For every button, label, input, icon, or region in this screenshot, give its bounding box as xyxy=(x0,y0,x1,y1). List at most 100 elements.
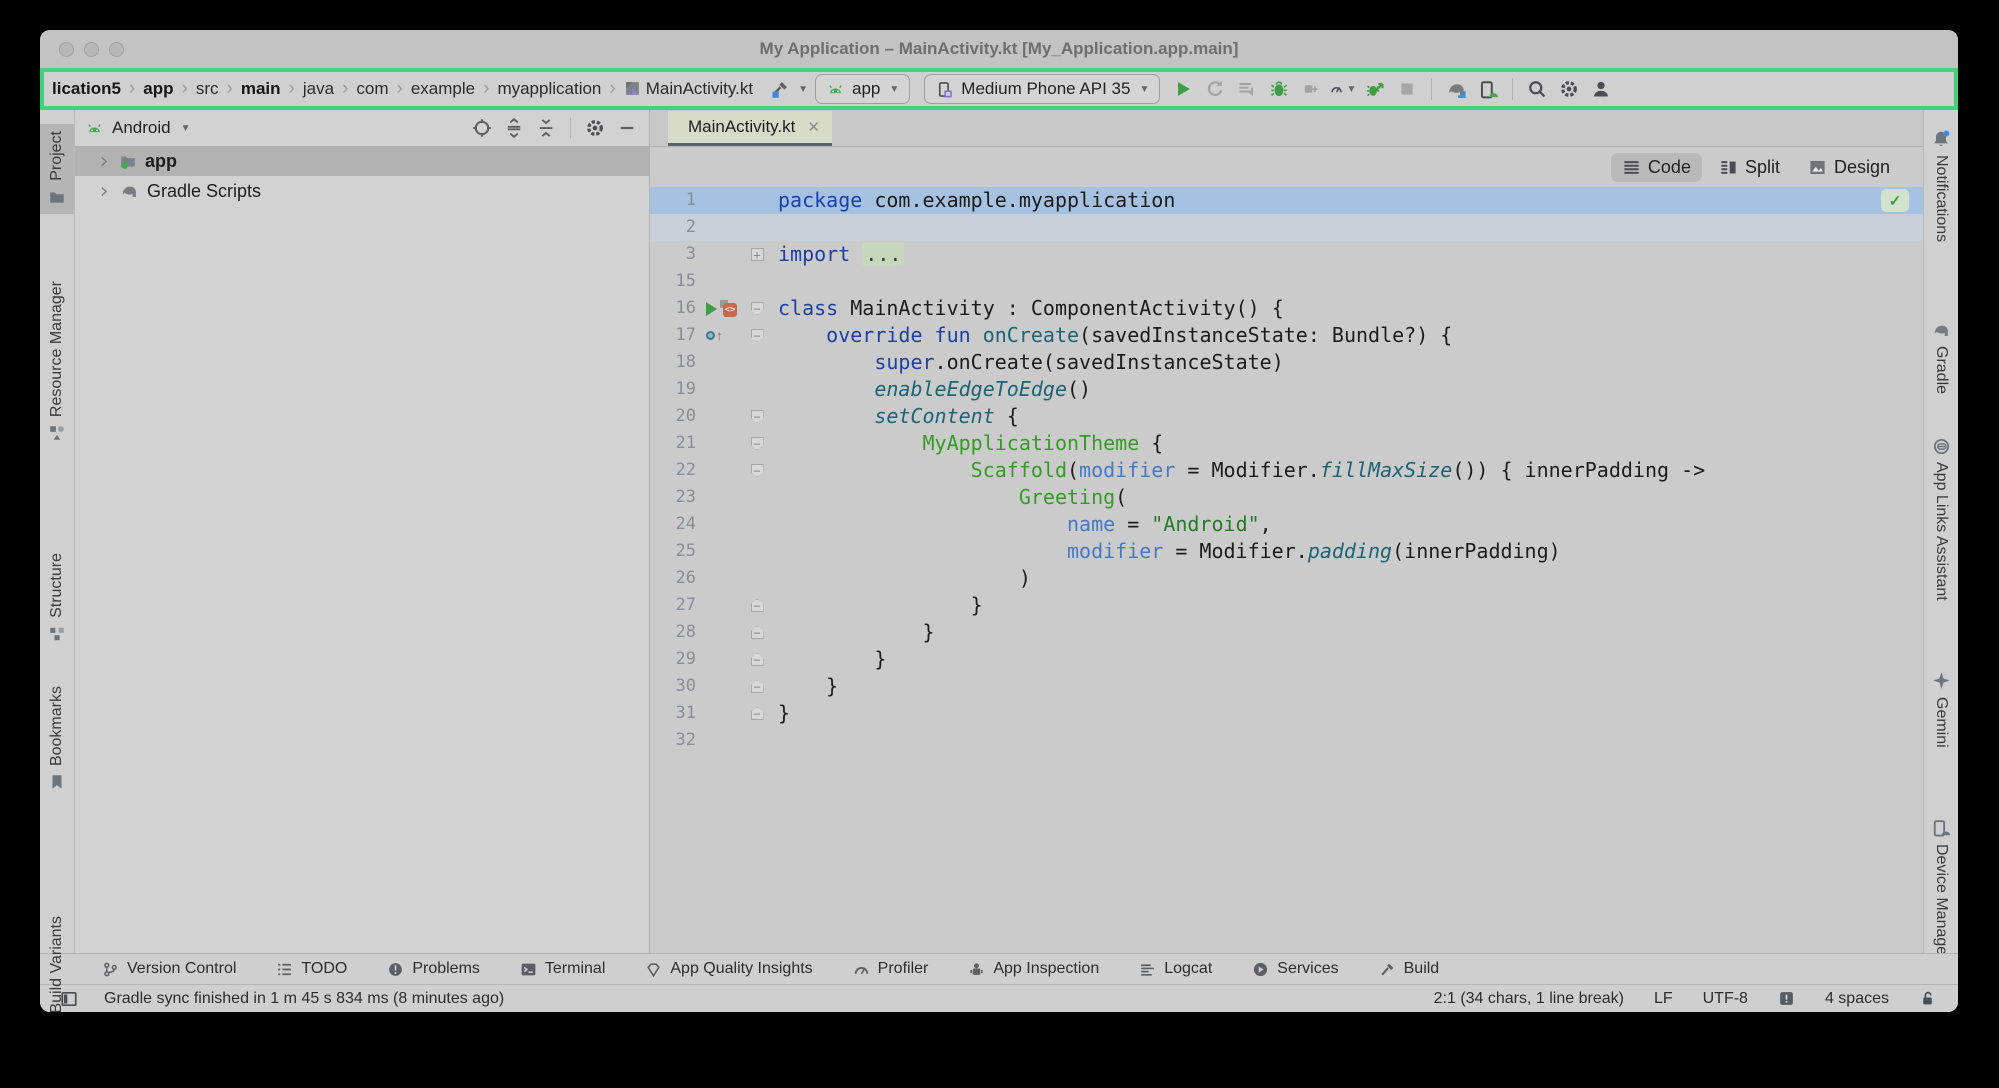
code-line[interactable]: 2 xyxy=(650,214,1923,241)
search-everywhere-button[interactable] xyxy=(1524,76,1550,102)
editor-tab-mainactivity[interactable]: MainActivity.kt ✕ xyxy=(668,111,832,146)
tool-button-bookmarks[interactable]: Bookmarks xyxy=(40,679,74,799)
code-line[interactable]: 20 − setContent { xyxy=(650,403,1923,430)
code-line[interactable]: 18 super.onCreate(savedInstanceState) xyxy=(650,349,1923,376)
breadcrumb-item-java[interactable]: java xyxy=(303,79,334,98)
stop-button[interactable] xyxy=(1394,76,1420,102)
code-line[interactable]: 28 − } xyxy=(650,619,1923,646)
tool-button-gradle[interactable]: Gradle xyxy=(1924,313,1958,401)
fold-marker[interactable]: + xyxy=(751,248,764,261)
fold-marker[interactable]: − xyxy=(751,464,764,477)
inspection-status-widget[interactable]: ✓ xyxy=(1881,189,1909,212)
mode-button-split[interactable]: Split xyxy=(1708,153,1791,182)
code-line[interactable]: 22 − Scaffold(modifier = Modifier.fillMa… xyxy=(650,457,1923,484)
code-line[interactable]: 31 − } xyxy=(650,700,1923,727)
code-line[interactable]: 29 − } xyxy=(650,646,1923,673)
tool-window-button-services[interactable]: Services xyxy=(1252,960,1338,978)
attach-debugger-button[interactable] xyxy=(1298,76,1324,102)
file-encoding[interactable]: UTF-8 xyxy=(1703,990,1748,1008)
profiler-button[interactable]: ▼ xyxy=(1330,76,1356,102)
code-line[interactable]: 19 enableEdgeToEdge() xyxy=(650,376,1923,403)
fold-marker[interactable]: − xyxy=(751,707,764,720)
tool-button-structure[interactable]: Structure xyxy=(40,546,74,651)
tool-button-device-manager[interactable]: Device Manager xyxy=(1924,811,1958,968)
code-line[interactable]: 23 Greeting( xyxy=(650,484,1923,511)
breadcrumb-item-com[interactable]: com xyxy=(356,79,388,98)
close-tab-icon[interactable]: ✕ xyxy=(807,118,820,136)
breadcrumb-item-myapplication[interactable]: myapplication xyxy=(497,79,601,98)
tool-button-project[interactable]: Project xyxy=(40,124,74,214)
code-line[interactable]: 15 xyxy=(650,268,1923,295)
build-dropdown-arrow[interactable]: ▼ xyxy=(798,84,808,95)
device-select[interactable]: Medium Phone API 35 ▼ xyxy=(924,74,1160,104)
tool-window-button-version-control[interactable]: Version Control xyxy=(102,960,236,978)
tool-window-button-app-quality-insights[interactable]: App Quality Insights xyxy=(645,960,812,978)
panel-settings-button[interactable] xyxy=(583,116,607,140)
indent-style[interactable]: 4 spaces xyxy=(1825,990,1889,1008)
tool-window-button-todo[interactable]: TODO xyxy=(276,960,347,978)
code-line[interactable]: 17 ↑ − override fun onCreate(savedInstan… xyxy=(650,322,1923,349)
code-line[interactable]: 26 ) xyxy=(650,565,1923,592)
expand-all-button[interactable] xyxy=(502,116,526,140)
tool-button-gemini[interactable]: Gemini xyxy=(1924,664,1958,755)
line-separator[interactable]: LF xyxy=(1654,990,1673,1008)
status-message[interactable]: Gradle sync finished in 1 m 45 s 834 ms … xyxy=(104,990,504,1008)
debug-button[interactable] xyxy=(1266,76,1292,102)
code-line[interactable]: 25 modifier = Modifier.padding(innerPadd… xyxy=(650,538,1923,565)
override-gutter-icon[interactable]: ↑ xyxy=(706,331,723,341)
run-gutter-icon[interactable] xyxy=(706,302,717,316)
account-button[interactable] xyxy=(1588,76,1614,102)
mode-button-code[interactable]: Code xyxy=(1611,153,1702,182)
breadcrumb-item-main[interactable]: main xyxy=(241,79,281,98)
fold-marker[interactable]: − xyxy=(751,599,764,612)
profile-restart-button[interactable] xyxy=(1362,76,1388,102)
breadcrumb-item-src[interactable]: src xyxy=(196,79,219,98)
tool-window-button-build[interactable]: Build xyxy=(1379,960,1440,978)
tool-window-button-profiler[interactable]: Profiler xyxy=(853,960,929,978)
code-line[interactable]: 27 − } xyxy=(650,592,1923,619)
code-line[interactable]: 3 + import ... xyxy=(650,241,1923,268)
tree-item-app[interactable]: app xyxy=(75,146,649,176)
apply-code-changes-button[interactable] xyxy=(1234,76,1260,102)
fold-marker[interactable]: − xyxy=(751,680,764,693)
chevron-down-icon[interactable]: ▼ xyxy=(181,123,191,134)
code-line[interactable]: 24 name = "Android", xyxy=(650,511,1923,538)
collapse-all-button[interactable] xyxy=(534,116,558,140)
hide-panel-button[interactable] xyxy=(615,116,639,140)
code-line[interactable]: 21 − MyApplicationTheme { xyxy=(650,430,1923,457)
unlock-icon[interactable] xyxy=(1919,990,1936,1007)
sync-gradle-button[interactable] xyxy=(1443,76,1469,102)
fold-marker[interactable]: − xyxy=(751,410,764,423)
tree-item-gradle-scripts[interactable]: Gradle Scripts xyxy=(75,176,649,206)
settings-button[interactable] xyxy=(1556,76,1582,102)
tool-window-button-logcat[interactable]: Logcat xyxy=(1139,960,1212,978)
breadcrumb-item-lication5[interactable]: lication5 xyxy=(52,79,121,98)
locate-file-button[interactable] xyxy=(470,116,494,140)
tool-button-resource-manager[interactable]: Resource Manager xyxy=(40,274,74,450)
caret-position[interactable]: 2:1 (34 chars, 1 line break) xyxy=(1434,990,1624,1008)
fold-marker[interactable]: − xyxy=(751,437,764,450)
tool-window-button-app-inspection[interactable]: App Inspection xyxy=(968,960,1099,978)
fold-marker[interactable]: − xyxy=(751,302,764,315)
compose-preview-icon[interactable]: <> xyxy=(720,300,737,317)
tool-window-button-problems[interactable]: Problems xyxy=(387,960,480,978)
run-config-select[interactable]: app ▼ xyxy=(815,74,910,104)
run-button[interactable] xyxy=(1170,76,1196,102)
fold-marker[interactable]: − xyxy=(751,329,764,342)
breadcrumb-item-app[interactable]: app xyxy=(143,79,173,98)
fold-marker[interactable]: − xyxy=(751,626,764,639)
tool-window-button-terminal[interactable]: Terminal xyxy=(520,960,605,978)
expand-chevron-icon[interactable] xyxy=(97,154,111,169)
breadcrumb-item-example[interactable]: example xyxy=(411,79,475,98)
project-view-select[interactable]: Android xyxy=(112,118,171,138)
fold-marker[interactable]: − xyxy=(751,653,764,666)
device-manager-button[interactable] xyxy=(1475,76,1501,102)
tool-button-app-links-assistant[interactable]: App Links Assistant xyxy=(1924,429,1958,608)
mode-button-design[interactable]: Design xyxy=(1797,153,1901,182)
event-log-icon[interactable] xyxy=(1778,990,1795,1007)
tool-button-notifications[interactable]: Notifications xyxy=(1924,122,1958,249)
breadcrumb-item-mainactivity-kt[interactable]: MainActivity.kt xyxy=(624,79,753,98)
apply-changes-button[interactable] xyxy=(1202,76,1228,102)
build-button[interactable] xyxy=(767,76,793,102)
code-line[interactable]: 30 − } xyxy=(650,673,1923,700)
